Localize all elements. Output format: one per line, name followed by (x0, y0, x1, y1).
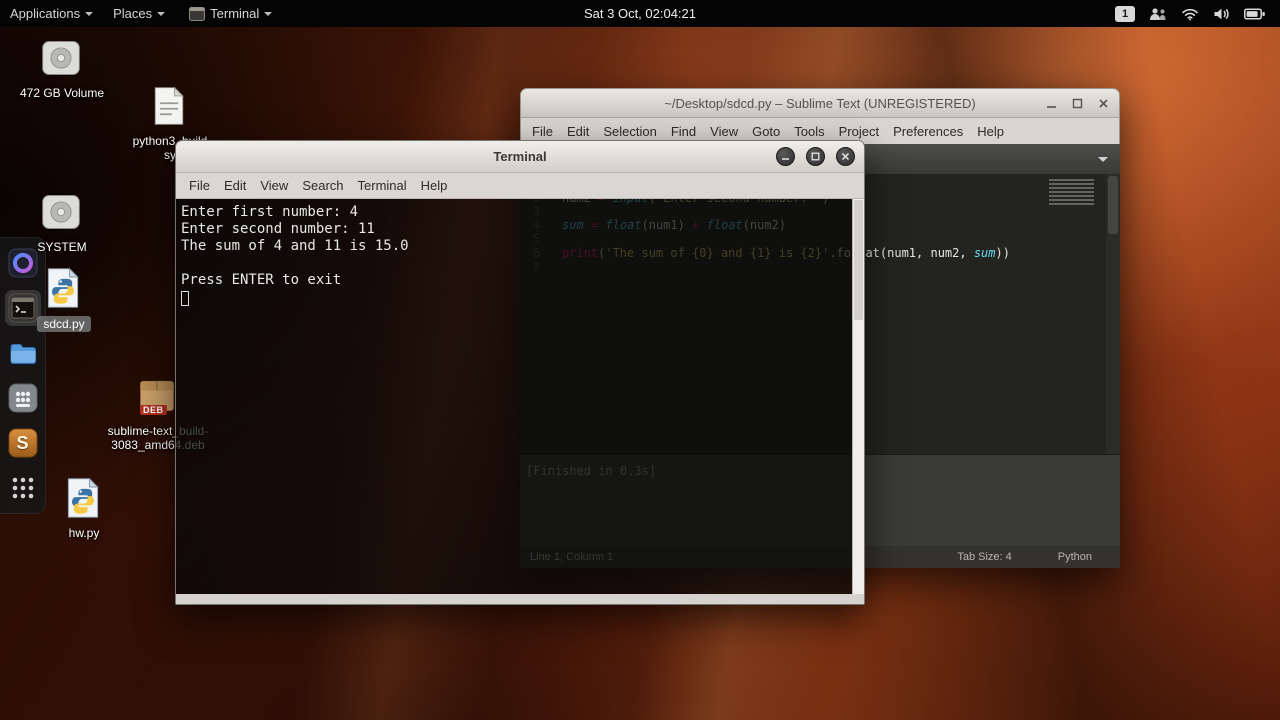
terminal-titlebar[interactable]: Terminal (176, 141, 864, 173)
desktop-icon-volume-472[interactable]: 472 GB Volume (14, 36, 110, 100)
menu-item-selection[interactable]: Selection (596, 124, 663, 139)
desktop-icon-label: 472 GB Volume (19, 86, 105, 100)
menu-item-help[interactable]: Help (414, 178, 455, 193)
terminal-menubar: File Edit View Search Terminal Help (176, 173, 864, 199)
syntax-mode[interactable]: Python (1058, 551, 1092, 563)
python-icon (61, 476, 107, 522)
sublime-window-title: ~/Desktop/sdcd.py – Sublime Text (UNREGI… (664, 95, 976, 111)
battery-icon[interactable] (1244, 8, 1266, 20)
utility-app-icon[interactable] (5, 380, 41, 416)
terminal-lines: Enter first number: 4 Enter second number… (181, 204, 848, 289)
minimize-icon[interactable] (1046, 98, 1057, 109)
files-app-icon[interactable] (5, 335, 41, 371)
menu-item-preferences[interactable]: Preferences (886, 124, 970, 139)
terminal-line: Enter second number: 11 (181, 221, 375, 237)
terminal-line: Press ENTER to exit (181, 272, 342, 288)
wifi-icon[interactable] (1181, 7, 1199, 21)
chevron-down-icon (264, 11, 273, 20)
places-menu[interactable]: Places (103, 0, 175, 27)
python-icon (41, 266, 87, 312)
menu-item-help[interactable]: Help (970, 124, 1011, 139)
terminal-cursor (181, 291, 189, 306)
drive-icon (39, 190, 85, 236)
sublime-titlebar[interactable]: ~/Desktop/sdcd.py – Sublime Text (UNREGI… (520, 88, 1120, 118)
close-icon[interactable] (836, 147, 855, 166)
menu-item-view[interactable]: View (253, 178, 295, 193)
terminal-window: Terminal File Edit View Search Terminal Help … (175, 140, 865, 605)
sublime-letter: S (16, 432, 29, 453)
desktop-icon-label: sdcd.py (37, 316, 91, 332)
menu-item-tools[interactable]: Tools (787, 124, 831, 139)
users-icon[interactable] (1149, 7, 1167, 21)
terminal-output[interactable]: Enter first number: 4 Enter second number… (176, 199, 864, 594)
active-app-label: Terminal (210, 6, 260, 21)
editor-scrollbar-thumb[interactable] (1108, 176, 1118, 234)
desktop-icon-label: hw.py (68, 526, 100, 540)
volume-icon[interactable] (1213, 7, 1230, 21)
desktop: 472 GB Volume python3_build sy SYSTEM sdcd.p… (0, 0, 1280, 720)
menu-item-search[interactable]: Search (295, 178, 350, 193)
maximize-icon[interactable] (806, 147, 825, 166)
places-label: Places (113, 6, 153, 21)
sublime-app-icon[interactable]: S (5, 425, 41, 461)
terminal-line: The sum of 4 and 11 is 15.0 (181, 238, 409, 254)
workspace-indicator[interactable]: 1 (1115, 5, 1135, 22)
menu-item-file[interactable]: File (182, 178, 217, 193)
textfile-icon (147, 84, 193, 130)
terminal-bottom-edge (176, 594, 864, 604)
chevron-down-icon (157, 11, 166, 20)
terminal-line: Enter first number: 4 (181, 204, 359, 220)
desktop-icon-system[interactable]: SYSTEM (14, 190, 110, 254)
desktop-icon-sdcd-py[interactable]: sdcd.py (16, 266, 112, 332)
terminal-mini-icon (189, 6, 206, 21)
editor-scrollbar[interactable] (1106, 174, 1120, 454)
menu-item-edit[interactable]: Edit (560, 124, 596, 139)
menu-item-find[interactable]: Find (664, 124, 703, 139)
chevron-down-icon (85, 11, 94, 20)
clock[interactable]: Sat 3 Oct, 02:04:21 (584, 6, 696, 21)
top-bar: Applications Places Terminal Sat 3 Oct, … (0, 0, 1280, 27)
desktop-icon-label: SYSTEM (37, 240, 87, 254)
drive-icon (39, 36, 85, 82)
terminal-scrollbar[interactable] (852, 199, 864, 594)
menu-item-file[interactable]: File (525, 124, 560, 139)
minimap[interactable] (1044, 174, 1106, 454)
system-tray: 1 (1115, 0, 1280, 27)
menu-item-edit[interactable]: Edit (217, 178, 253, 193)
menu-item-goto[interactable]: Goto (745, 124, 787, 139)
tab-overflow-icon[interactable] (1098, 157, 1108, 167)
menu-item-terminal[interactable]: Terminal (351, 178, 414, 193)
applications-label: Applications (10, 6, 81, 21)
minimize-icon[interactable] (776, 147, 795, 166)
applications-menu[interactable]: Applications (0, 0, 103, 27)
desktop-icon-hw-py[interactable]: hw.py (36, 476, 132, 540)
close-icon[interactable] (1098, 98, 1109, 109)
maximize-icon[interactable] (1072, 98, 1083, 109)
deb-badge: DEB (140, 405, 167, 415)
tab-size-indicator[interactable]: Tab Size: 4 (957, 551, 1011, 563)
menu-item-view[interactable]: View (703, 124, 745, 139)
sublime-window-controls (1046, 89, 1109, 117)
menu-item-project[interactable]: Project (832, 124, 886, 139)
terminal-scrollbar-thumb[interactable] (854, 200, 863, 320)
active-app-indicator[interactable]: Terminal (179, 0, 282, 27)
terminal-window-controls (776, 141, 855, 172)
terminal-window-title: Terminal (493, 149, 547, 164)
